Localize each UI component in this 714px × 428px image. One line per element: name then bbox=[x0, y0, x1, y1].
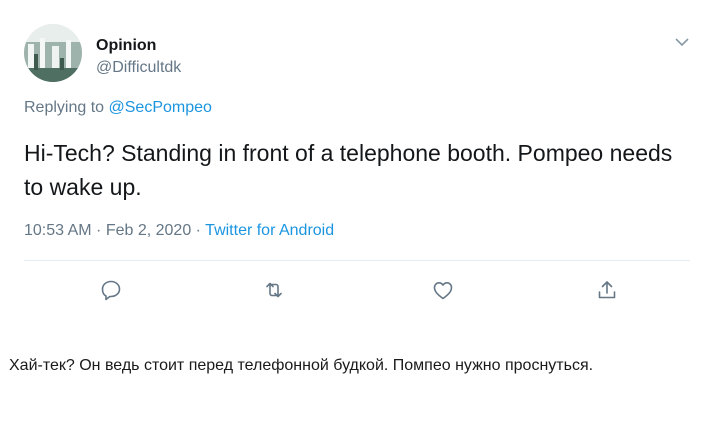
author-handle[interactable]: @Difficultdk bbox=[96, 59, 181, 77]
like-icon bbox=[433, 282, 453, 300]
tweet-text: Hi-Tech? Standing in front of a telephon… bbox=[24, 140, 673, 200]
reply-mention-link[interactable]: @SecPompeo bbox=[109, 99, 212, 116]
meta-separator: · bbox=[91, 222, 106, 239]
author-name[interactable]: Opinion bbox=[96, 37, 156, 55]
tweet-card: Opinion @Difficultdk Replying to @SecPom… bbox=[0, 0, 714, 320]
chevron-down-icon[interactable] bbox=[672, 34, 692, 50]
tweet-date[interactable]: Feb 2, 2020 bbox=[106, 222, 191, 239]
replying-to-line: Replying to @SecPompeo bbox=[24, 99, 212, 117]
replying-prefix: Replying to bbox=[24, 99, 109, 116]
meta-separator: · bbox=[191, 222, 206, 239]
share-icon bbox=[598, 281, 616, 299]
retweet-button[interactable] bbox=[262, 278, 286, 302]
translation-text: Хай-тек? Он ведь стоит перед телефонной … bbox=[9, 357, 594, 374]
avatar[interactable] bbox=[24, 24, 82, 82]
retweet-icon bbox=[266, 282, 282, 298]
reply-icon bbox=[101, 280, 121, 301]
like-button[interactable] bbox=[431, 278, 455, 302]
tweet-time[interactable]: 10:53 AM bbox=[24, 222, 92, 239]
divider bbox=[24, 260, 690, 261]
tweet-source-link[interactable]: Twitter for Android bbox=[205, 222, 334, 239]
share-button[interactable] bbox=[595, 278, 619, 302]
reply-button[interactable] bbox=[99, 278, 123, 302]
avatar-waterfall-image bbox=[24, 24, 82, 82]
tweet-meta: 10:53 AM · Feb 2, 2020 · Twitter for And… bbox=[24, 222, 334, 240]
